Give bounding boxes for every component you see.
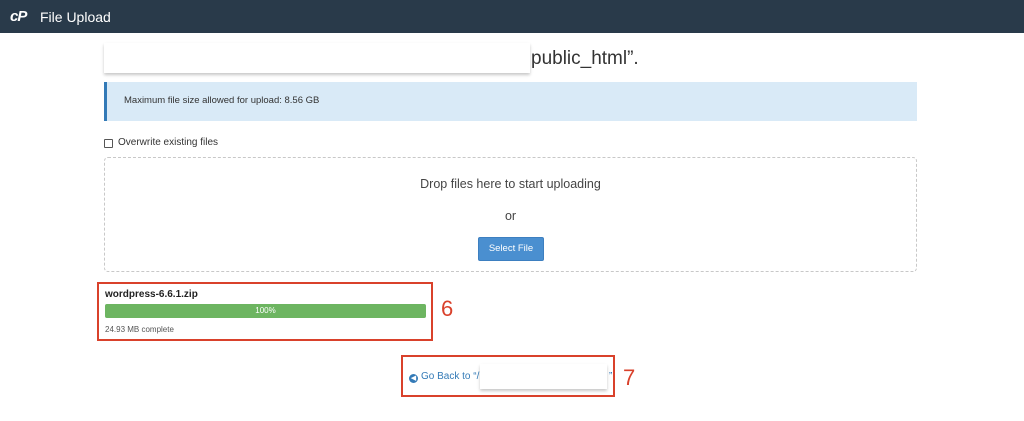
go-back-highlight: ◀ Go Back to “/ ” — [401, 355, 615, 397]
destination-path-text: public_html”. — [531, 48, 639, 69]
uploaded-file-name: wordpress-6.6.1.zip — [105, 289, 198, 300]
file-drop-zone[interactable]: Drop files here to start uploading or Se… — [104, 157, 917, 272]
redaction-overlay — [104, 43, 530, 73]
top-navigation-bar: cP File Upload — [0, 0, 1024, 33]
or-separator: or — [504, 209, 517, 223]
annotation-step-6: 6 — [441, 296, 454, 321]
redaction-overlay-link — [480, 364, 607, 389]
max-file-size-alert: Maximum file size allowed for upload: 8.… — [104, 82, 917, 121]
overwrite-label[interactable]: Overwrite existing files — [118, 137, 218, 149]
go-back-label[interactable]: Go Back to “/ — [421, 371, 479, 382]
page-title: File Upload — [40, 9, 111, 25]
go-back-link[interactable]: ◀ Go Back to “/ — [409, 371, 479, 383]
cpanel-logo-icon[interactable]: cP — [10, 8, 27, 25]
circle-arrow-left-icon: ◀ — [409, 374, 418, 383]
select-file-button[interactable]: Select File — [478, 237, 544, 261]
upload-progress-highlight: wordpress-6.6.1.zip 100% 24.93 MB comple… — [97, 282, 433, 341]
progress-label: 100% — [255, 306, 276, 315]
upload-progress-bar: 100% — [105, 304, 426, 318]
upload-status-text: 24.93 MB complete — [105, 325, 174, 334]
overwrite-checkbox[interactable] — [104, 139, 113, 148]
annotation-step-7: 7 — [623, 365, 636, 390]
drop-instruction: Drop files here to start uploading — [420, 177, 601, 191]
alert-text: Maximum file size allowed for upload: 8.… — [124, 95, 320, 106]
go-back-closing-quote[interactable]: ” — [609, 371, 612, 383]
